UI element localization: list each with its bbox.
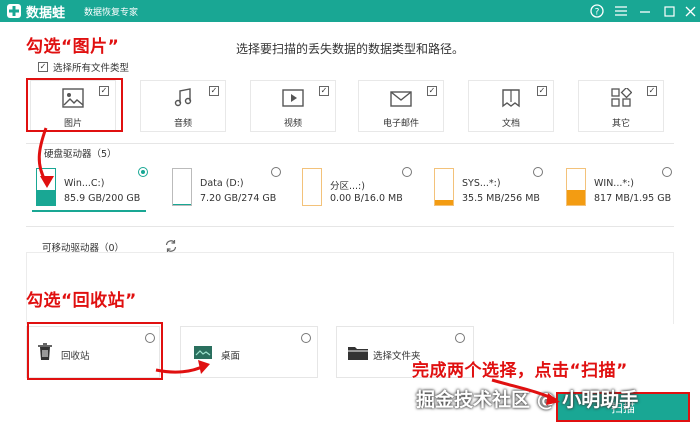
drive-name: 分区...:) bbox=[330, 181, 365, 192]
annotation-step3: 完成两个选择，点击“扫描” bbox=[412, 361, 628, 381]
maximize-icon[interactable] bbox=[660, 2, 678, 20]
svg-text:?: ? bbox=[595, 8, 600, 18]
music-icon bbox=[174, 88, 192, 107]
filetype-label: 电子邮件 bbox=[382, 119, 419, 129]
drive-item-win[interactable]: WIN...*:) 817 MB/1.95 GB bbox=[556, 164, 676, 210]
location-radio[interactable] bbox=[455, 333, 465, 343]
hard-drives-title: 硬盘驱动器（5） bbox=[44, 149, 117, 160]
drive-name: SYS...*:) bbox=[462, 178, 501, 189]
highlight-image-card bbox=[26, 78, 123, 132]
filetype-card-document[interactable]: ✓ 文档 bbox=[468, 80, 554, 132]
annotation-step1: 勾选“图片” bbox=[26, 37, 120, 57]
drive-item-partition[interactable]: 分区...:) 0.00 B/16.0 MB bbox=[292, 164, 412, 210]
drive-radio[interactable] bbox=[271, 167, 281, 177]
drive-name: Data (D:) bbox=[200, 178, 244, 189]
drive-item-d[interactable]: Data (D:) 7.20 GB/274 GB bbox=[162, 164, 282, 210]
minimize-icon[interactable] bbox=[636, 2, 654, 20]
divider bbox=[26, 226, 674, 227]
drive-name: Win...C:) bbox=[64, 178, 105, 189]
video-icon bbox=[282, 89, 304, 107]
filetype-label: 其它 bbox=[611, 119, 630, 129]
app-name: 数据蛙 bbox=[26, 6, 66, 21]
drive-item-c[interactable]: Win...C:) 85.9 GB/200 GB bbox=[26, 164, 150, 212]
drive-icon bbox=[566, 168, 586, 206]
menu-icon[interactable] bbox=[612, 2, 630, 20]
highlight-recycle-bin bbox=[27, 322, 163, 380]
select-all-row[interactable]: ✓ 选择所有文件类型 bbox=[38, 60, 129, 74]
drive-size: 0.00 B/16.0 MB bbox=[330, 193, 403, 204]
title-bar: 数据蛙 数据恢复专家 ? bbox=[0, 0, 700, 22]
filetype-label: 文档 bbox=[501, 119, 520, 129]
filetype-label: 视频 bbox=[283, 119, 302, 129]
refresh-icon[interactable] bbox=[164, 238, 178, 252]
drive-size: 7.20 GB/274 GB bbox=[200, 193, 277, 204]
drive-selected-underline bbox=[32, 210, 146, 212]
select-all-label: 选择所有文件类型 bbox=[53, 63, 130, 74]
annotation-step2: 勾选“回收站” bbox=[26, 291, 137, 311]
select-all-checkbox[interactable]: ✓ bbox=[38, 62, 48, 72]
others-icon bbox=[611, 88, 632, 107]
filetype-checkbox[interactable]: ✓ bbox=[319, 86, 329, 96]
drive-icon bbox=[434, 168, 454, 206]
drive-size: 85.9 GB/200 GB bbox=[64, 193, 141, 204]
drive-radio[interactable] bbox=[662, 167, 672, 177]
filetype-card-audio[interactable]: ✓ 音频 bbox=[140, 80, 226, 132]
drive-icon bbox=[302, 168, 322, 206]
filetype-card-email[interactable]: ✓ 电子邮件 bbox=[358, 80, 444, 132]
drive-radio[interactable] bbox=[533, 167, 543, 177]
filetype-checkbox[interactable]: ✓ bbox=[647, 86, 657, 96]
drive-icon bbox=[172, 168, 192, 206]
filetype-card-others[interactable]: ✓ 其它 bbox=[578, 80, 664, 132]
drive-name: WIN...*:) bbox=[594, 178, 635, 189]
app-subtitle: 数据恢复专家 bbox=[84, 8, 139, 18]
filetype-checkbox[interactable]: ✓ bbox=[537, 86, 547, 96]
app-logo-icon bbox=[7, 4, 21, 18]
email-icon bbox=[390, 91, 412, 107]
watermark-text: 掘金技术社区 @ 小明助手 bbox=[416, 389, 639, 411]
document-icon bbox=[502, 89, 520, 108]
desktop-icon bbox=[194, 346, 212, 359]
help-icon[interactable]: ? bbox=[588, 2, 606, 20]
drive-radio[interactable] bbox=[138, 167, 148, 177]
filetype-label: 音频 bbox=[173, 119, 192, 129]
location-label: 桌面 bbox=[221, 351, 241, 362]
divider bbox=[26, 143, 674, 144]
drive-size: 817 MB/1.95 GB bbox=[594, 193, 672, 204]
drive-radio[interactable] bbox=[402, 167, 412, 177]
close-icon[interactable] bbox=[681, 2, 699, 20]
drive-size: 35.5 MB/256 MB bbox=[462, 193, 540, 204]
filetype-checkbox[interactable]: ✓ bbox=[427, 86, 437, 96]
filetype-card-video[interactable]: ✓ 视频 bbox=[250, 80, 336, 132]
folder-icon bbox=[348, 347, 368, 360]
filetype-checkbox[interactable]: ✓ bbox=[209, 86, 219, 96]
drive-item-sys[interactable]: SYS...*:) 35.5 MB/256 MB bbox=[424, 164, 544, 210]
location-radio[interactable] bbox=[301, 333, 311, 343]
drive-icon bbox=[36, 168, 56, 206]
location-desktop[interactable]: 桌面 bbox=[180, 326, 318, 378]
